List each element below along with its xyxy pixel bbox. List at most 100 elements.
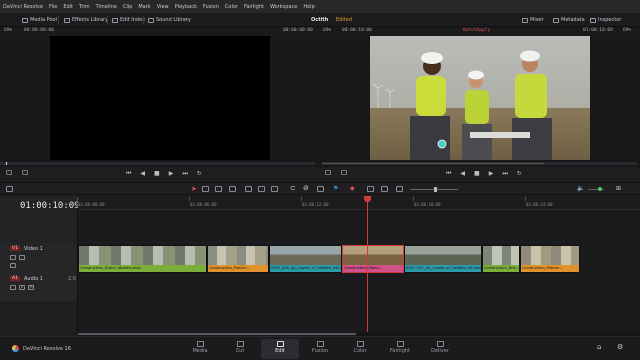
loop-icon[interactable]: ↻ — [197, 170, 202, 180]
source-zoom[interactable]: 69% — [4, 28, 12, 33]
position-lock-icon[interactable] — [317, 186, 324, 192]
home-icon[interactable]: ⌂ — [597, 343, 601, 351]
menu-trim[interactable]: Trim — [79, 4, 90, 10]
menu-color[interactable]: Color — [225, 4, 238, 10]
insert-clip-icon[interactable] — [245, 186, 252, 192]
blade-tool-icon[interactable] — [229, 186, 236, 192]
menu-app[interactable]: DaVinci Resolve — [3, 4, 43, 10]
mixer-button[interactable]: Mixer — [522, 15, 544, 25]
page-tab-edit[interactable]: Edit — [261, 339, 299, 359]
zoom-slider[interactable] — [410, 187, 458, 192]
page-tab-fairlight[interactable]: Fairlight — [381, 339, 419, 359]
menu-view[interactable]: View — [157, 4, 169, 10]
reverse-icon[interactable]: ◀ — [140, 170, 145, 180]
menu-workspace[interactable]: Workspace — [270, 4, 297, 10]
stop-icon[interactable]: ■ — [154, 170, 160, 180]
video-track-id[interactable]: V1 — [10, 246, 20, 251]
menu-timeline[interactable]: Timeline — [96, 4, 117, 10]
inspector-button[interactable]: Inspector — [590, 15, 621, 25]
timeline-timecode-display[interactable]: 01:00:10:09 — [20, 201, 80, 211]
video-clip[interactable]: Construction_Bris... — [482, 245, 520, 273]
timeline-name[interactable]: BatchApply — [463, 28, 490, 33]
linked-selection-icon[interactable]: ⊘ — [303, 184, 309, 192]
track-auto-select-icon[interactable] — [19, 255, 25, 260]
menu-playback[interactable]: Playback — [175, 4, 197, 10]
menu-mark[interactable]: Mark — [138, 4, 150, 10]
menu-help[interactable]: Help — [303, 4, 314, 10]
video-track-name[interactable]: Video 1 — [24, 246, 43, 252]
video-clip[interactable]: Construction_Drone_Workers.mov — [78, 245, 207, 273]
page-tab-cut[interactable]: Cut — [221, 339, 259, 359]
menu-clip[interactable]: Clip — [123, 4, 132, 10]
timeline-zoom-right[interactable]: 69% — [623, 28, 631, 33]
selection-tool-icon[interactable]: ➤ — [191, 185, 197, 193]
marker-icon[interactable]: ◆ — [350, 185, 355, 192]
play-icon[interactable]: ▶ — [169, 170, 174, 180]
timeline-zoom[interactable]: 69% — [323, 28, 331, 33]
flag-icon[interactable]: ⚑ — [333, 185, 338, 192]
track-lock-icon[interactable] — [10, 285, 16, 290]
zoom-detail-icon[interactable] — [381, 186, 388, 192]
mute-button[interactable]: M — [28, 285, 34, 290]
page-tab-deliver[interactable]: Deliver — [421, 339, 459, 359]
playhead-line[interactable] — [367, 196, 368, 332]
source-scrub-bar[interactable] — [0, 162, 315, 165]
effects-library-button[interactable]: Effects Library — [64, 15, 108, 25]
overwrite-clip-icon[interactable] — [258, 186, 265, 192]
play-icon[interactable]: ▶ — [489, 170, 494, 180]
settings-icon[interactable]: ⚙ — [617, 343, 623, 351]
zoom-custom-icon[interactable] — [396, 186, 403, 192]
playhead-handle[interactable] — [364, 196, 371, 202]
timeline-layout-icon[interactable] — [325, 170, 331, 175]
source-options-icon[interactable] — [22, 170, 28, 175]
fairlight-meter-icon[interactable]: ⊞ — [616, 185, 621, 192]
track-lock-icon[interactable] — [10, 255, 16, 260]
menu-file[interactable]: File — [49, 4, 57, 10]
track-visibility-icon[interactable] — [10, 263, 16, 268]
trim-tool-icon[interactable] — [202, 186, 209, 192]
timeline-viewer[interactable] — [370, 36, 590, 160]
jump-end-icon[interactable]: ⏭ — [182, 170, 187, 180]
page-navigation: DaVinci Resolve 16 Media Cut Edit Fusion… — [0, 336, 640, 360]
timeline-scrub-bar[interactable] — [322, 162, 637, 165]
volume-slider[interactable] — [588, 187, 604, 191]
menu-fusion[interactable]: Fusion — [203, 4, 219, 10]
audio-track-id[interactable]: A1 — [10, 276, 20, 281]
metadata-button[interactable]: Metadata — [553, 15, 585, 25]
stop-icon[interactable]: ■ — [474, 170, 480, 180]
page-tab-media[interactable]: Media — [181, 339, 219, 359]
jump-end-icon[interactable]: ⏭ — [502, 170, 507, 180]
menu-fairlight[interactable]: Fairlight — [244, 4, 264, 10]
dynamic-trim-icon[interactable] — [215, 186, 222, 192]
solo-button[interactable]: S — [19, 285, 25, 290]
source-viewer[interactable] — [50, 36, 270, 160]
volume-icon[interactable]: 🔈 — [577, 185, 584, 192]
jump-start-icon[interactable]: ⏮ — [126, 170, 131, 180]
audio-track-header[interactable]: A1 Audio 1 2.0 S M — [0, 273, 78, 301]
audio-track-name[interactable]: Audio 1 — [24, 276, 43, 282]
loop-icon[interactable]: ↻ — [517, 170, 522, 180]
zoom-full-icon[interactable] — [367, 186, 374, 192]
menu-edit[interactable]: Edit — [63, 4, 73, 10]
video-clip[interactable]: 0307_016_4()_inspire_x7_rawfilm_h4.mov — [269, 245, 342, 273]
source-layout-icon[interactable] — [6, 170, 12, 175]
page-tab-fusion[interactable]: Fusion — [301, 339, 339, 359]
sound-library-button[interactable]: Sound Library — [148, 15, 191, 25]
media-pool-button[interactable]: Media Pool — [22, 15, 57, 25]
replace-clip-icon[interactable] — [271, 186, 278, 192]
edit-index-button[interactable]: Edit Index — [112, 15, 145, 25]
timeline-view-options-icon[interactable] — [6, 186, 13, 192]
video-clip[interactable]: Construction_Plancin... — [520, 245, 580, 273]
video-clip[interactable]: 0307_017_4()_inspire_x7_rawfilm_h4.mov — [404, 245, 482, 273]
timeline-scroll-thumb[interactable] — [78, 333, 356, 335]
jump-start-icon[interactable]: ⏮ — [446, 170, 451, 180]
reverse-icon[interactable]: ◀ — [460, 170, 465, 180]
video-track-header[interactable]: V1 Video 1 — [0, 243, 78, 273]
source-timecode: 00:00:00:00 — [283, 28, 313, 33]
timeline-ruler[interactable]: 01:00:00:00 01:00:06:00 01:00:12:00 01:0… — [77, 196, 640, 210]
timeline-options-icon[interactable] — [341, 170, 347, 175]
video-clip-selected[interactable]: Construction_Plane... — [342, 245, 404, 273]
page-tab-color[interactable]: Color — [341, 339, 379, 359]
video-clip[interactable]: Construction_Plancin... — [207, 245, 269, 273]
snapping-icon[interactable]: ⊂ — [290, 184, 296, 192]
